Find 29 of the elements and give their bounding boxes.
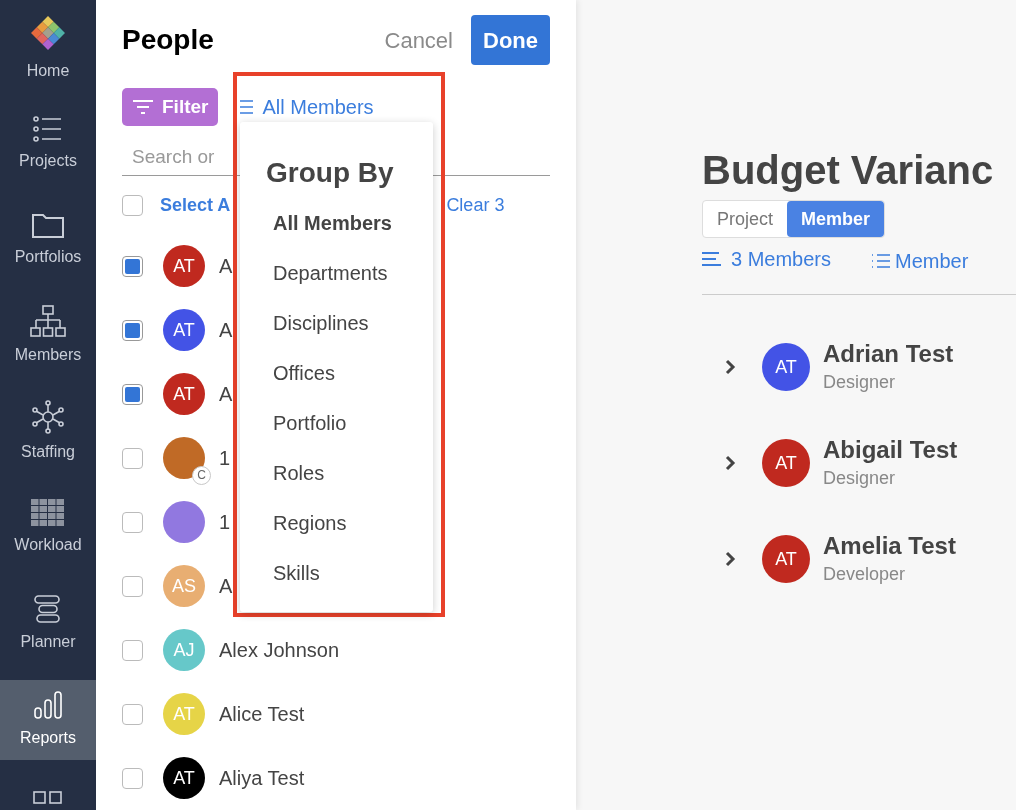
member-name: Abigail Test (823, 434, 958, 465)
member-role: Developer (823, 562, 907, 586)
avatar-initials: AS (172, 574, 196, 598)
avatar-initials: AT (775, 547, 797, 571)
member-name: Amelia Test (823, 530, 956, 561)
avatar-initials: AJ (173, 638, 195, 662)
avatar-initials: AT (775, 355, 797, 379)
person-name: A (219, 318, 233, 343)
avatar-initials: AT (173, 382, 195, 406)
person-name: Aliya Test (219, 766, 305, 791)
avatar-initials: AT (173, 766, 195, 790)
person-name: A (219, 382, 233, 407)
panel-title: People (122, 23, 215, 57)
contractor-badge: C (192, 466, 211, 485)
person-name: A (219, 254, 233, 279)
person-name: Alex Johnson (219, 638, 340, 663)
member-role: Designer (823, 370, 897, 394)
member-role: Designer (823, 466, 897, 490)
avatar-initials: AT (775, 451, 797, 475)
person-name: A (219, 574, 233, 599)
avatar-initials: AT (173, 254, 195, 278)
person-name: 1 (219, 510, 231, 535)
menu-title: Group By (266, 156, 395, 190)
person-name: 1 (219, 446, 231, 471)
avatar-initials: AT (173, 318, 195, 342)
member-name: Adrian Test (823, 338, 954, 369)
report-title: Budget Varianc (702, 147, 995, 194)
avatar-initials: AT (173, 702, 195, 726)
person-name: Alice Test (219, 702, 305, 727)
